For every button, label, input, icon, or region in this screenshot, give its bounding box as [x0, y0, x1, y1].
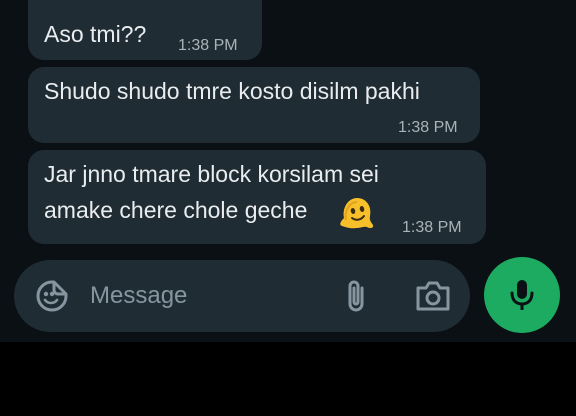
- message-text-line: Jar jnno tmare block korsilam sei: [44, 161, 379, 187]
- bottom-area: [0, 342, 576, 416]
- sticker-emoji-icon[interactable]: [34, 278, 70, 314]
- message-composer[interactable]: Message: [14, 260, 470, 332]
- message-timestamp: 1:38 PM: [402, 219, 462, 236]
- message-timestamp: 1:38 PM: [398, 119, 458, 136]
- message-timestamp: 1:38 PM: [178, 37, 238, 54]
- chat-area: Aso tmi?? 1:38 PM Shudo shudo tmre kosto…: [0, 0, 576, 342]
- message-input[interactable]: Message: [90, 280, 187, 312]
- message-bubble[interactable]: Shudo shudo tmre kosto disilm pakhi 1:38…: [28, 67, 480, 143]
- melting-face-emoji: [340, 198, 374, 229]
- message-text: Jar jnno tmare block korsilam sei amake …: [44, 156, 379, 228]
- message-bubble[interactable]: Jar jnno tmare block korsilam sei amake …: [28, 150, 486, 244]
- message-text: Aso tmi??: [44, 21, 147, 47]
- message-bubble[interactable]: Aso tmi?? 1:38 PM: [28, 0, 262, 60]
- camera-icon[interactable]: [414, 278, 452, 314]
- mic-icon: [510, 280, 534, 310]
- message-text: Shudo shudo tmre kosto disilm pakhi: [44, 78, 420, 104]
- attach-icon[interactable]: [340, 278, 372, 314]
- message-text-line: amake chere chole geche: [44, 197, 308, 223]
- voice-record-button[interactable]: [484, 257, 560, 333]
